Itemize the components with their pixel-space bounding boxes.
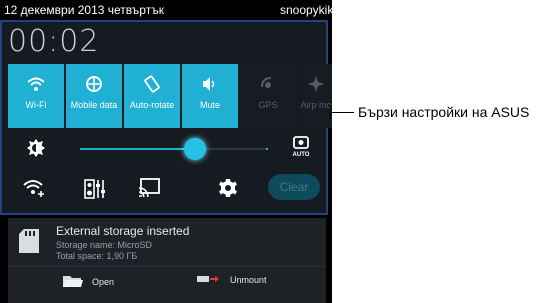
airplane-icon [307,70,325,98]
clear-button[interactable]: Clear [268,174,320,200]
tile-wifi[interactable]: Wi-Fi [8,64,64,128]
callout-line [330,112,354,113]
settings-gear-icon[interactable] [218,178,238,203]
tile-gps[interactable]: GPS [240,64,296,128]
status-bar: 12 декември 2013 четвъртък snoopykiki [0,0,332,20]
gps-icon [259,70,277,98]
open-label: Open [92,277,115,287]
tile-label: GPS [258,100,278,110]
tile-mute[interactable]: Mute [182,64,238,128]
folder-icon [62,274,84,290]
clock: 00:02 [8,24,100,59]
notification-storage-name: Storage name: MicroSD [56,240,153,250]
wifi-settings-icon[interactable] [22,178,48,203]
quick-settings-tiles: Wi-Fi Mobile data Auto-rotate Mute GPS A… [8,64,332,128]
notification-divider [8,266,326,267]
screen-cast-icon[interactable] [138,178,160,203]
tile-label: Airp mo [300,100,332,110]
callout-label: Бързи настройки на ASUS [358,104,530,120]
eject-icon [196,274,220,286]
wifi-icon [26,70,46,98]
tile-label: Wi-Fi [25,100,47,110]
tile-mobile-data[interactable]: Mobile data [66,64,122,128]
notification-total-space: Total space: 1,90 ГБ [56,251,138,261]
tile-label: Auto-rotate [129,100,175,110]
tile-label: Mute [199,100,220,110]
notification-title: External storage inserted [56,224,190,238]
brightness-icon [26,138,46,163]
audio-equalizer-icon[interactable] [84,178,106,205]
tile-airplane[interactable]: Airp mo [298,64,332,128]
auto-rotate-icon [143,70,161,98]
status-user: snoopykiki [279,3,332,17]
svg-text:AUTO: AUTO [293,152,310,158]
unmount-button[interactable]: Unmount [196,274,267,286]
status-date: 12 декември 2013 четвъртък [4,3,164,17]
mobile-data-icon [85,70,103,98]
unmount-label: Unmount [230,275,267,285]
auto-brightness-icon[interactable]: AUTO [288,136,314,163]
mute-icon [201,70,219,98]
brightness-slider-knob[interactable] [184,138,206,160]
quick-actions-row: Clear [8,170,326,206]
open-button[interactable]: Open [62,274,114,290]
brightness-row: AUTO [8,132,326,166]
notification-external-storage[interactable]: External storage inserted Storage name: … [8,218,326,303]
tile-auto-rotate[interactable]: Auto-rotate [124,64,180,128]
tile-label: Mobile data [70,100,118,110]
brightness-track-rest [206,148,266,150]
sd-card-icon [18,228,40,259]
tablet-screen: 12 декември 2013 четвъртък snoopykiki 00… [0,0,332,303]
